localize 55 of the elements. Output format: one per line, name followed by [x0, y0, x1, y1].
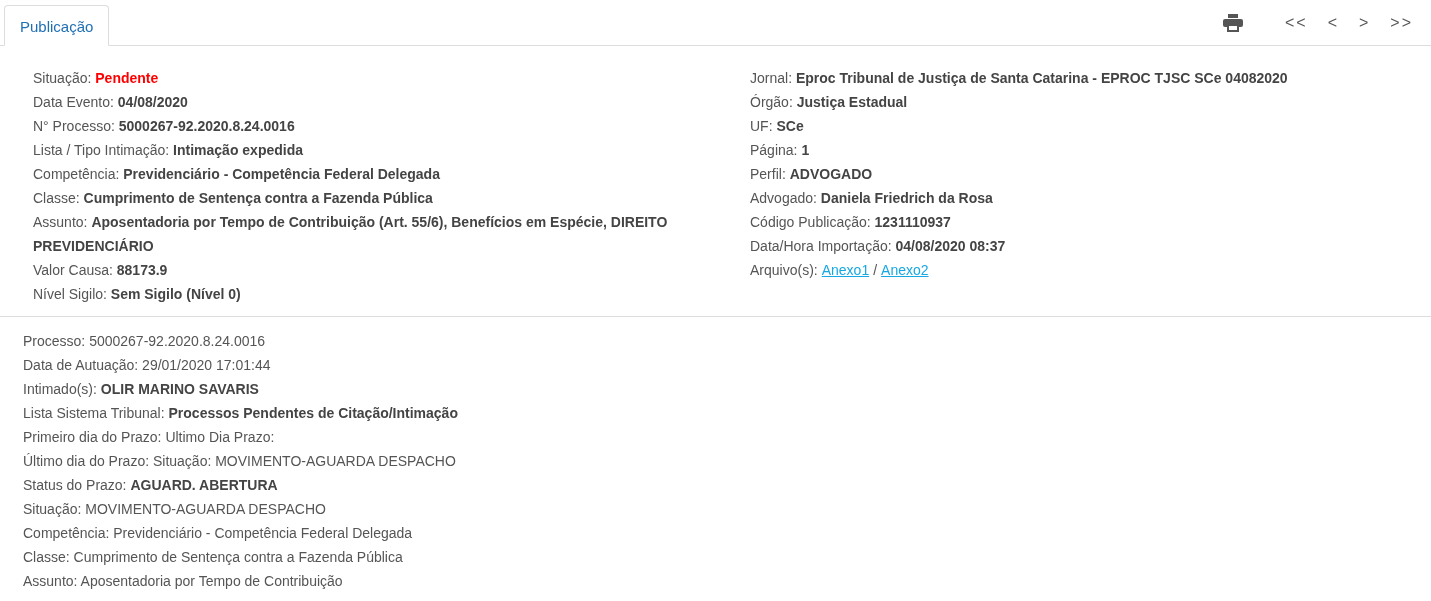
pager-button[interactable]: >	[1350, 11, 1379, 34]
detail-line: Data de Autuação: 29/01/2020 17:01:44	[23, 356, 272, 375]
field-label: Assunto:	[33, 214, 88, 230]
field-value: Pendente	[95, 70, 159, 86]
separator: /	[873, 261, 878, 280]
detail-line: Classe: Cumprimento de Sentença contra a Fazenda Pública	[23, 548, 404, 567]
field-value: Cumprimento de Sentença contra a Fazenda Pública	[83, 190, 433, 206]
field-value: Previdenciário - Competência Federal Delegada	[123, 166, 440, 182]
field-label: Nível Sigilo:	[33, 286, 107, 302]
detail-line: Situação: MOVIMENTO-AGUARDA DESPACHO	[23, 500, 327, 519]
field-value: 5000267-92.2020.8.24.0016	[118, 118, 295, 134]
field-label: N° Processo:	[33, 118, 115, 134]
detail-line: Lista Sistema Tribunal: Processos Pendentes de Citação/Intimação	[23, 404, 459, 423]
pager-button[interactable]: <<	[1276, 11, 1316, 34]
printer-icon	[1222, 13, 1243, 32]
detail-line: Assunto: Aposentadoria por Tempo de Contribuição	[23, 572, 344, 591]
field-value: PREVIDENCIÁRIO	[33, 238, 154, 254]
field-value: Sem Sigilo (Nível 0)	[110, 286, 241, 302]
field-value: ADVOGADO	[789, 166, 873, 182]
detail-line: Intimado(s): OLIR MARINO SAVARIS	[23, 380, 260, 399]
field-label: Perfil:	[750, 166, 786, 182]
pager-button[interactable]: <	[1319, 11, 1347, 34]
field-value: 88173.9	[116, 262, 168, 278]
field-label: Classe:	[33, 190, 80, 206]
detail-line: Primeiro dia do Prazo: Ultimo Dia Prazo:	[23, 428, 276, 447]
field-label: Jornal:	[750, 70, 793, 86]
tab[interactable]: Publicação	[4, 5, 110, 46]
field-label: Advogado:	[750, 190, 817, 206]
field-label: UF:	[750, 118, 773, 134]
field-value: 04/08/2020 08:37	[895, 238, 1006, 254]
detail-line: Último dia do Prazo: Situação: MOVIMENTO-AGUARDA DESPACHO	[23, 452, 457, 471]
field-label: Lista / Tipo Intimação:	[33, 142, 170, 158]
field-value: Daniela Friedrich da Rosa	[820, 190, 993, 206]
pager-button[interactable]: >>	[1382, 11, 1421, 34]
field-value: 04/08/2020	[117, 94, 188, 110]
field-label: Situação:	[33, 70, 92, 86]
field-value: Aposentadoria por Tempo de Contribuição (Art. 55/6), Benefícios em Espécie, DIREITO	[91, 214, 668, 230]
field-label: Órgão:	[750, 94, 793, 110]
detail-line: Status do Prazo: AGUARD. ABERTURA	[23, 476, 279, 495]
print-button[interactable]	[1222, 13, 1243, 32]
field-label: Data Evento:	[33, 94, 114, 110]
field-value: Eproc Tribunal de Justiça de Santa Catarina - EPROC TJSC SCe 04082020	[795, 70, 1288, 86]
detail-line: Competência: Previdenciário - Competência Federal Delegada	[23, 524, 414, 543]
field-value: Justiça Estadual	[796, 94, 908, 110]
field-label: Data/Hora Importação:	[750, 238, 892, 254]
field-label: Valor Causa:	[33, 262, 113, 278]
detail-line: Processo: 5000267-92.2020.8.24.0016	[23, 332, 267, 351]
field-label: Competência:	[33, 166, 120, 182]
field-label: Código Publicação:	[750, 214, 871, 230]
field-value: Intimação expedida	[173, 142, 303, 158]
field-label: Arquivo(s):	[750, 261, 818, 280]
field-value: 1	[801, 142, 810, 158]
field-value: 1231110937	[874, 214, 951, 230]
field-label: Página:	[750, 142, 798, 158]
field-value: SCe	[776, 118, 804, 134]
